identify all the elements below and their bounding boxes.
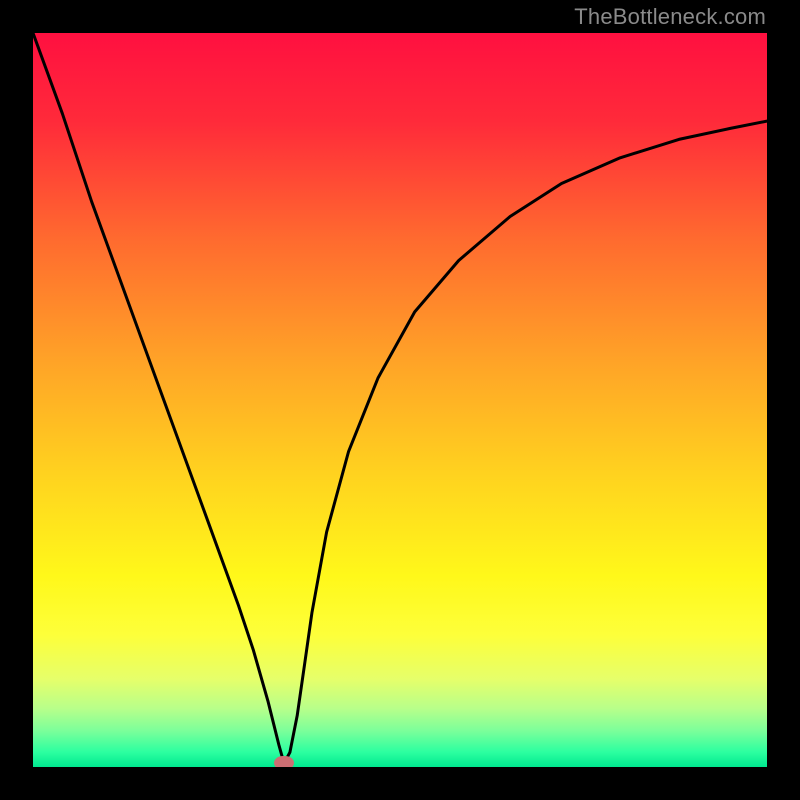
plot-area [33, 33, 767, 767]
bottleneck-curve [33, 33, 767, 767]
watermark-text: TheBottleneck.com [574, 4, 766, 30]
chart-frame: TheBottleneck.com [0, 0, 800, 800]
optimal-point-marker [274, 756, 294, 767]
